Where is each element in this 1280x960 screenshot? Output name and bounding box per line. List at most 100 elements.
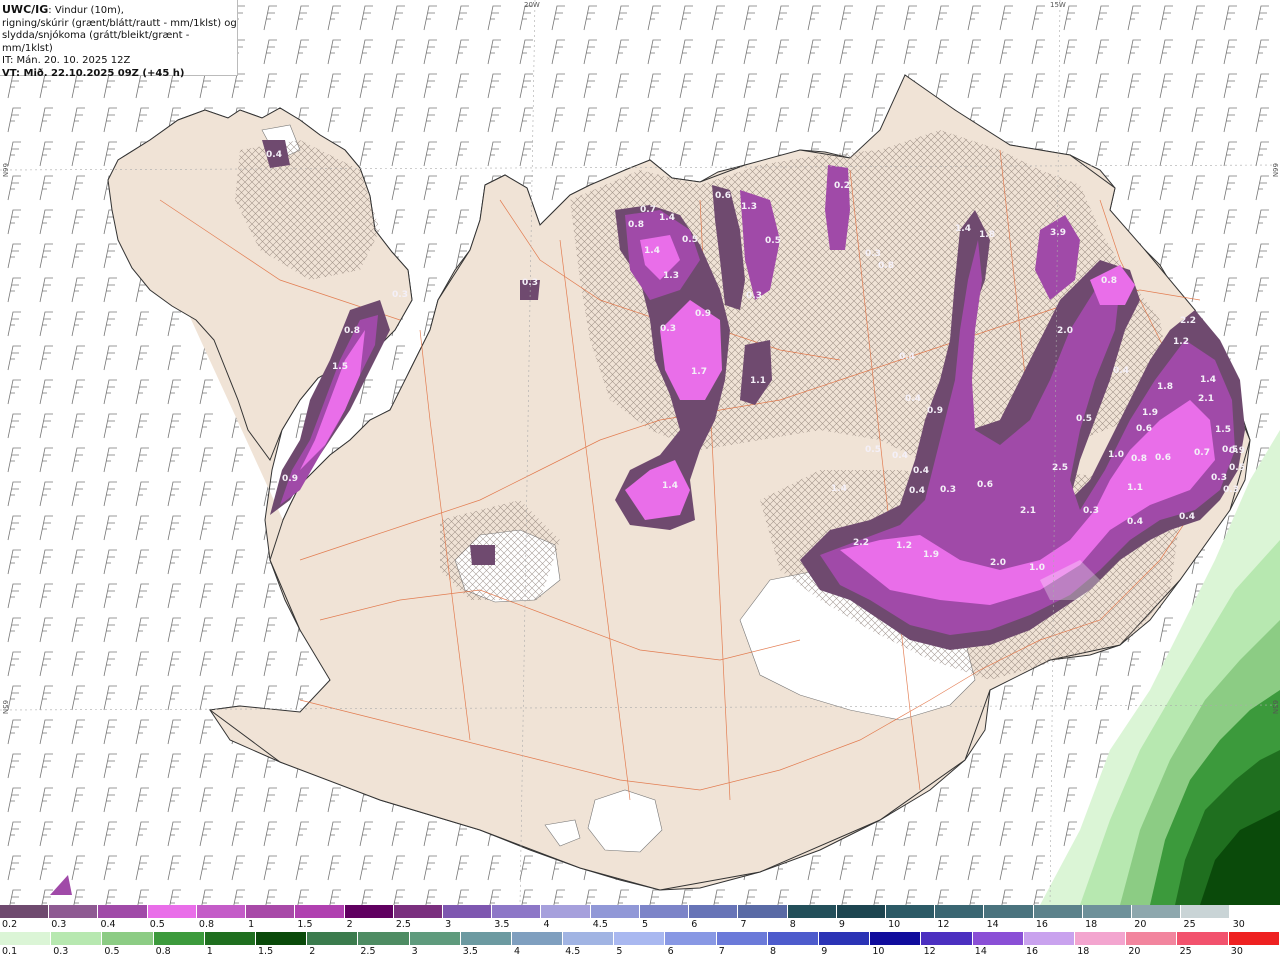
precip-value-label: 0.8 — [878, 261, 894, 271]
legend_snow-swatch — [1082, 905, 1133, 918]
precip-value-label: 0.3 — [1211, 473, 1227, 483]
legend_rain-swatch — [819, 932, 871, 945]
legend_rain-label: 1 — [206, 946, 213, 957]
precip-value-label: 0.6 — [715, 191, 731, 201]
precip-value-label: 1.3 — [663, 271, 679, 281]
precip-value-label: 0.4 — [1127, 517, 1143, 527]
graticule-label-65n-right: 65N — [1271, 700, 1279, 715]
precip-value-label: 0.5 — [682, 235, 698, 245]
precip-value-label: 0.4 — [266, 150, 282, 160]
precip-value-label: 1.1 — [1127, 483, 1143, 493]
legend_rain-label: 4.5 — [565, 946, 581, 957]
legend_rain-swatch — [972, 932, 1024, 945]
legend_rain-label: 7 — [718, 946, 725, 957]
legend_snow-label: 7 — [740, 919, 747, 930]
precip-value-label: 2.0 — [1057, 326, 1073, 336]
precip-value-label: 1.8 — [979, 230, 995, 240]
legend_snow-swatch — [689, 905, 739, 918]
legend_snow-label: 6 — [691, 919, 698, 930]
legend_rain-swatch — [1023, 932, 1075, 945]
precip-value-label: 1.4 — [1200, 375, 1216, 385]
weather-map-page: 0.4 0.3 0.8 1.5 0.9 0.3 0.7 1.4 0.8 1.4 0.5 1.3 0.3 0… — [0, 0, 1280, 960]
precip-value-label: 0.4 — [913, 466, 929, 476]
legend_rain-label: 30 — [1230, 946, 1243, 957]
initial-time: IT: Mán. 20. 10. 2025 12Z — [2, 55, 131, 67]
precip-value-label: 1.9 — [1142, 408, 1158, 418]
legend_snow-label: 1.5 — [297, 919, 313, 930]
legend_snow-label: 12 — [937, 919, 950, 930]
legend_snow-label: 10 — [888, 919, 901, 930]
precip-value-label: 0.3 — [660, 324, 676, 334]
precip-value-label: 0.8 — [628, 220, 644, 230]
precip-value-label: 0.4 — [909, 486, 925, 496]
precip-value-label: 0.9 — [282, 474, 298, 484]
legend_rain-swatch — [921, 932, 973, 945]
graticule-label-15w: 15W — [1050, 1, 1066, 9]
snow-legend-labels: 0.2 0.3 0.4 0.5 0.8 1 1.5 2 2.5 3 3.5 4 4.5 5 6 7 8 9 10 12… — [0, 919, 1280, 931]
legend_rain-swatch — [255, 932, 308, 945]
precip-value-label: 2.2 — [853, 538, 869, 548]
legend_snow-swatch — [885, 905, 936, 918]
legend_rain-label: 2.5 — [360, 946, 376, 957]
legend_snow-swatch — [393, 905, 443, 918]
precip-value-label: 1.0 — [1029, 563, 1045, 573]
legend_rain-swatch — [767, 932, 819, 945]
precip-value-label: 0.9 — [1229, 446, 1245, 456]
legend_rain-swatch — [460, 932, 512, 945]
precip-value-label: 0.7 — [1194, 448, 1210, 458]
legend_snow-label: 30 — [1232, 919, 1245, 930]
legend_snow-swatch — [442, 905, 493, 918]
precip-value-label: 2.0 — [990, 558, 1006, 568]
legend_rain-label: 0.1 — [2, 946, 18, 957]
precip-value-label: 1.5 — [1215, 425, 1231, 435]
precip-value-label: 0.3 — [746, 291, 762, 301]
legend_rain-label: 0.8 — [155, 946, 171, 957]
graticule-label-65n-left: 65N — [1, 700, 9, 715]
legend_rain-swatch — [716, 932, 768, 945]
precip-value-label: 0.6 — [977, 480, 993, 490]
precip-value-label: 0.3 — [940, 485, 956, 495]
precip-value-label: 0.9 — [927, 406, 943, 416]
legend_rain-swatch — [358, 932, 410, 945]
legend_rain-label: 8 — [770, 946, 777, 957]
precip-value-label: 0.8 — [1101, 276, 1117, 286]
legend_snow-label: 25 — [1183, 919, 1196, 930]
legend_snow-label: 16 — [1035, 919, 1048, 930]
legend_rain-swatch — [511, 932, 564, 945]
legend_rain-swatch — [153, 932, 205, 945]
graticule-label-66n-right: 66N — [1271, 163, 1279, 178]
legend_snow-label: 5 — [642, 919, 649, 930]
legend_rain-label: 0.3 — [53, 946, 69, 957]
precip-value-label: 2.1 — [1198, 394, 1214, 404]
precip-value-label: 1.4 — [662, 481, 678, 491]
precip-value-label: 1.7 — [691, 367, 707, 377]
legend_snow-label: 8 — [789, 919, 796, 930]
legend_rain-swatch — [614, 932, 666, 945]
precip-value-label: 1.1 — [750, 376, 766, 386]
precip-value-label: 1.9 — [923, 550, 939, 560]
graticule-label-20w: 20W — [524, 1, 540, 9]
legend_rain-label: 6 — [667, 946, 674, 957]
legend_rain-label: 4 — [514, 946, 521, 957]
legend_rain-label: 18 — [1077, 946, 1090, 957]
legend_snow-swatch — [1132, 905, 1182, 918]
legend_snow-label: 0.5 — [149, 919, 165, 930]
product-code: UWC/IG — [2, 3, 49, 16]
legend_snow-swatch — [1033, 905, 1083, 918]
legend_rain-swatch — [102, 932, 154, 945]
legend_snow-swatch — [590, 905, 640, 918]
legend_rain-swatch — [1177, 932, 1229, 945]
legend_snow-label: 3 — [445, 919, 452, 930]
precip-value-label: 1.4 — [955, 224, 971, 234]
precip-value-label: 1.2 — [896, 541, 912, 551]
legend_snow-swatch — [49, 905, 99, 918]
legend_rain-swatch — [0, 932, 52, 945]
legend_rain-label: 10 — [872, 946, 885, 957]
legend_snow-label: 1 — [248, 919, 255, 930]
precip-value-label: 1.3 — [741, 202, 757, 212]
legend_snow-swatch — [147, 905, 197, 918]
legend_rain-label: 0.5 — [104, 946, 120, 957]
legend_rain-label: 25 — [1179, 946, 1192, 957]
legend_snow-swatch — [639, 905, 690, 918]
legend_rain-label: 3 — [411, 946, 418, 957]
